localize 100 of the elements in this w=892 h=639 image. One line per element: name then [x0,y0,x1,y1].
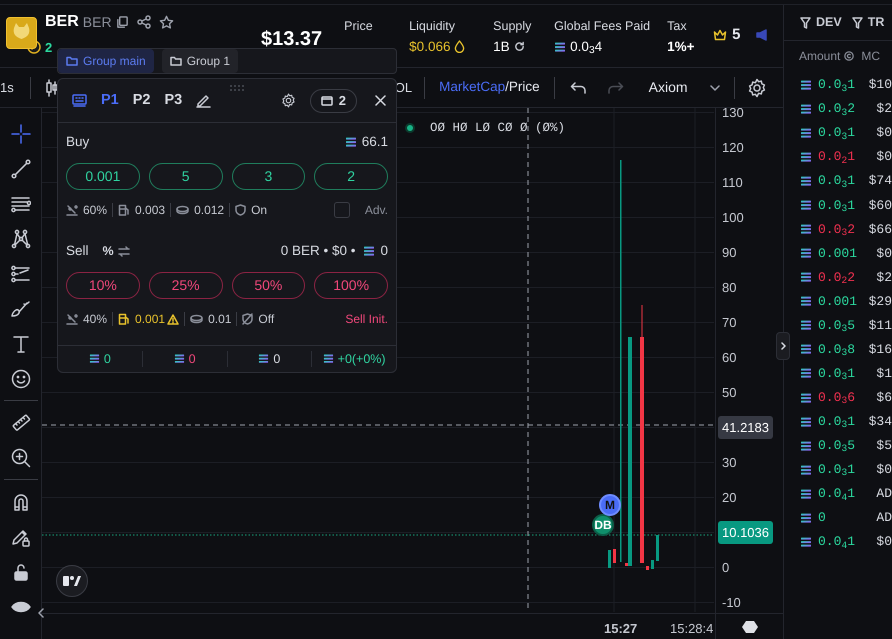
trade-market-cap: $29 [868,292,892,311]
trade-market-cap: AD [876,509,892,528]
candlestick-icon[interactable] [44,78,59,96]
drag-handle-icon[interactable] [230,85,244,91]
setting-value: 40% [83,311,108,328]
sell-amount-button[interactable]: 10% [66,272,140,299]
stat-label: Liquidity [409,18,456,35]
fib-channel-icon[interactable] [10,264,30,284]
unit-label: % [102,242,114,260]
buy-amount-button[interactable]: 5 [148,163,222,190]
group-tab[interactable]: Group main [58,49,154,73]
setting-value: On [251,202,268,219]
stat-value: 1B [493,38,510,56]
crosshair-icon[interactable] [10,124,30,144]
trade-amount: 0.0$_{2}$2 [818,268,856,288]
trade-amount: 0.0$_{3}$1 [818,124,856,143]
keyboard-icon[interactable] [72,94,87,107]
zoom-in-icon[interactable] [10,448,30,468]
ruler-icon[interactable] [10,412,30,432]
holdings-summary: 0 BER • $0 • [280,242,356,260]
text-icon[interactable] [10,334,30,354]
trade-market-cap: $60 [868,196,892,214]
sell-init-button[interactable]: Sell Init. [345,310,388,328]
total-value: 0 [104,350,111,368]
sell-amount-button[interactable]: 100% [314,272,388,299]
preset-tab[interactable]: P3 [164,90,182,112]
sell-amount-button[interactable]: 25% [148,272,222,299]
solana-icon [174,354,185,364]
setting-value: 60% [83,202,108,219]
advanced-checkbox[interactable] [334,202,350,218]
dev-buy-marker[interactable]: DB [592,514,614,536]
tradingview-logo[interactable] [56,565,88,597]
solana-icon [554,42,566,52]
setting-value: 0.012 [194,202,224,219]
setting-value: 0.001 [135,311,166,328]
axis-label: 60 [722,348,736,367]
stat-value: 0.0$_{3}$4 [570,38,602,57]
buy-amount-button[interactable]: 2 [314,163,388,190]
setting-value: 0.003 [135,202,166,219]
theme-dropdown[interactable]: Axiom [648,77,720,98]
trade-market-cap: $0 [876,533,892,552]
axis-label: 90 [722,244,736,262]
solana-icon [800,296,812,307]
buy-amount-button[interactable]: 0.001 [66,163,140,190]
group-tab[interactable]: Group 1 [162,49,238,73]
settings-icon[interactable] [746,78,767,98]
setting-value: 0.01 [208,311,232,328]
axis-label: 120 [722,138,744,157]
column-header: MC [861,48,880,65]
crosshair-price-tag: 41.2183 [718,416,773,440]
filter-button[interactable]: TR [852,13,884,32]
trade-market-cap: $0 [876,148,892,166]
metric-toggle[interactable]: MarketCap/Price [439,77,540,98]
megaphone-icon[interactable] [754,28,769,42]
trend-line-icon[interactable] [10,158,30,178]
settings-icon[interactable] [280,93,296,108]
pattern-icon[interactable] [10,228,30,248]
solana-icon [258,354,270,364]
axis-label: 80 [722,278,736,297]
chevron-down-icon [710,84,720,90]
candle [613,549,616,563]
trade-market-cap: $1 [876,364,892,383]
filter-button[interactable]: DEV [800,13,842,32]
coin-stack-icon [176,205,190,215]
migration-marker[interactable]: M [599,494,621,516]
preset-tab[interactable]: P1 [101,90,119,112]
wallet-count-button[interactable]: 2 [310,88,357,112]
slippage-icon [66,313,78,325]
trade-market-cap: $0 [876,461,892,480]
axis-label: -10 [722,594,741,612]
collapse-chevron-icon[interactable] [38,608,44,618]
smiley-icon[interactable] [10,368,30,388]
stat-value: 1%+ [667,38,695,56]
star-icon[interactable] [158,14,174,30]
undo-icon[interactable] [570,82,586,94]
trade-market-cap: $0 [876,124,892,142]
close-icon[interactable] [375,95,386,106]
refresh-icon[interactable] [514,41,525,52]
wallet-icon [320,95,333,106]
collapse-handle[interactable] [776,332,790,360]
trade-market-cap: $0 [876,244,892,263]
coin-icon[interactable] [844,51,854,61]
share-icon[interactable] [136,15,151,30]
buy-amount-button[interactable]: 3 [232,163,306,190]
token-logo [6,17,37,49]
trade-market-cap: $11 [868,316,892,335]
preset-tab[interactable]: P2 [132,90,150,112]
swap-icon[interactable] [118,246,130,256]
axis-label: 0 [722,558,730,577]
solana-icon [800,200,812,210]
droplet-icon [454,40,466,54]
copy-icon[interactable] [116,16,129,29]
solana-icon [800,416,812,427]
solana-icon [322,354,334,364]
interval-button[interactable]: 1s [0,78,14,98]
hexagon-icon[interactable] [742,620,758,634]
pencil-icon[interactable] [196,93,212,108]
sell-amount-button[interactable]: 50% [232,272,306,299]
brush-icon[interactable] [10,298,30,318]
solana-icon [800,392,812,403]
